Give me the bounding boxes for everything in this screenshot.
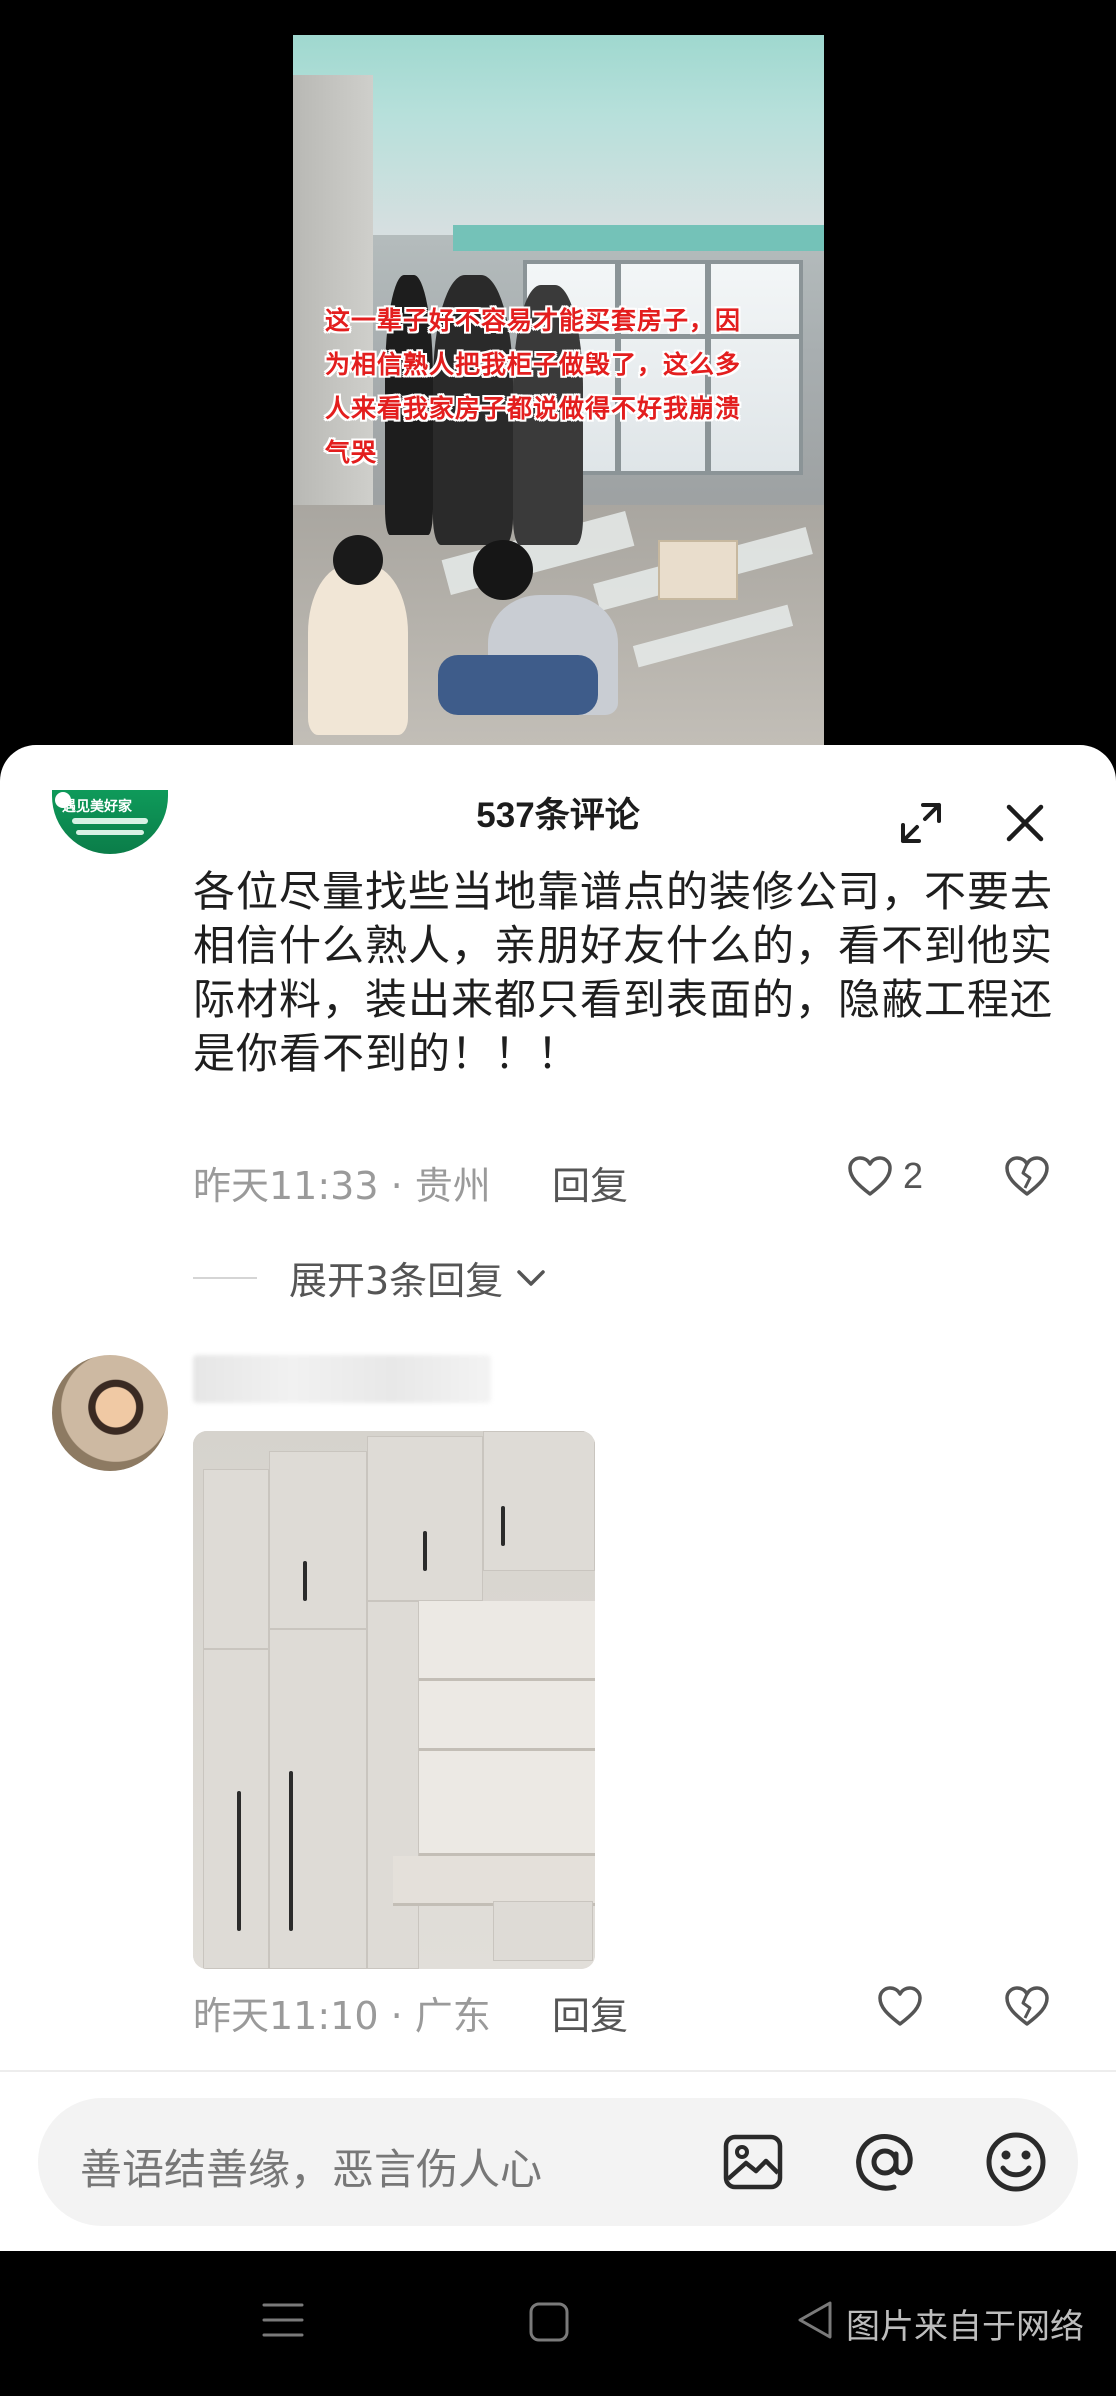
person <box>308 565 408 735</box>
home-icon[interactable] <box>528 2301 570 2347</box>
like-button[interactable] <box>877 1985 923 2027</box>
menu-icon[interactable] <box>262 2299 304 2345</box>
broken-heart-icon <box>1005 1156 1049 1196</box>
comment-image[interactable] <box>193 1431 595 1969</box>
reply-button[interactable]: 回复 <box>552 1985 628 2040</box>
image-icon[interactable] <box>719 2128 787 2196</box>
chevron-down-icon <box>517 1269 545 1286</box>
avatar[interactable]: 遇见美好家 <box>52 790 168 854</box>
username-blurred <box>193 1355 491 1403</box>
broken-heart-icon <box>1005 1986 1049 2026</box>
dislike-button[interactable] <box>1004 1985 1050 2031</box>
divider-line <box>193 1276 257 1279</box>
person-head <box>473 540 533 600</box>
person-head <box>333 535 383 585</box>
back-icon[interactable] <box>794 2299 836 2345</box>
comment-input[interactable]: 善语结善缘，恶言伤人心 <box>38 2098 1078 2226</box>
expand-icon[interactable] <box>893 795 949 851</box>
video-caption: 这一辈子好不容易才能买套房子，因为相信熟人把我柜子做毁了，这么多人来看我家房子都… <box>325 306 742 467</box>
like-button[interactable]: 2 <box>847 1155 923 1197</box>
person-legs <box>438 655 598 715</box>
close-icon[interactable] <box>997 795 1053 851</box>
cardboard-box <box>658 540 738 600</box>
dislike-button[interactable] <box>1004 1155 1050 1201</box>
video-thumbnail[interactable]: 这一辈子好不容易才能买套房子，因为相信熟人把我柜子做毁了，这么多人来看我家房子都… <box>293 35 824 745</box>
expand-replies-button[interactable]: 展开3条回复 <box>193 1250 549 1305</box>
reply-button[interactable]: 回复 <box>552 1155 628 1210</box>
divider <box>0 2070 1116 2072</box>
comment-sheet: 537条评论 遇见美好家 各位尽量找些当地靠谱点的装修公司，不要去相信什么熟人，… <box>0 745 1116 2251</box>
comment-meta: 昨天11:33 · 贵州 <box>193 1164 491 1208</box>
avatar[interactable] <box>52 1355 168 1471</box>
expand-replies-label: 展开3条回复 <box>289 1259 504 1303</box>
ceiling-band <box>453 225 824 251</box>
at-icon[interactable] <box>851 2128 919 2196</box>
comment-meta: 昨天11:10 · 广东 <box>193 1994 491 2038</box>
heart-icon <box>848 1156 892 1196</box>
heart-icon <box>878 1986 922 2026</box>
emoji-icon[interactable] <box>982 2128 1050 2196</box>
comment-input-placeholder: 善语结善缘，恶言伤人心 <box>80 2145 543 2194</box>
watermark-text: 图片来自于网络 <box>846 2307 1084 2347</box>
like-count: 2 <box>903 1155 924 1196</box>
system-nav-bar: 图片来自于网络 <box>0 2251 1116 2396</box>
comment-text: 各位尽量找些当地靠谱点的装修公司，不要去相信什么熟人，亲朋好友什么的，看不到他实… <box>193 867 1054 1078</box>
video-area[interactable]: 这一辈子好不容易才能买套房子，因为相信熟人把我柜子做毁了，这么多人来看我家房子都… <box>0 0 1116 760</box>
avatar-logo-text: 遇见美好家 <box>62 799 132 815</box>
